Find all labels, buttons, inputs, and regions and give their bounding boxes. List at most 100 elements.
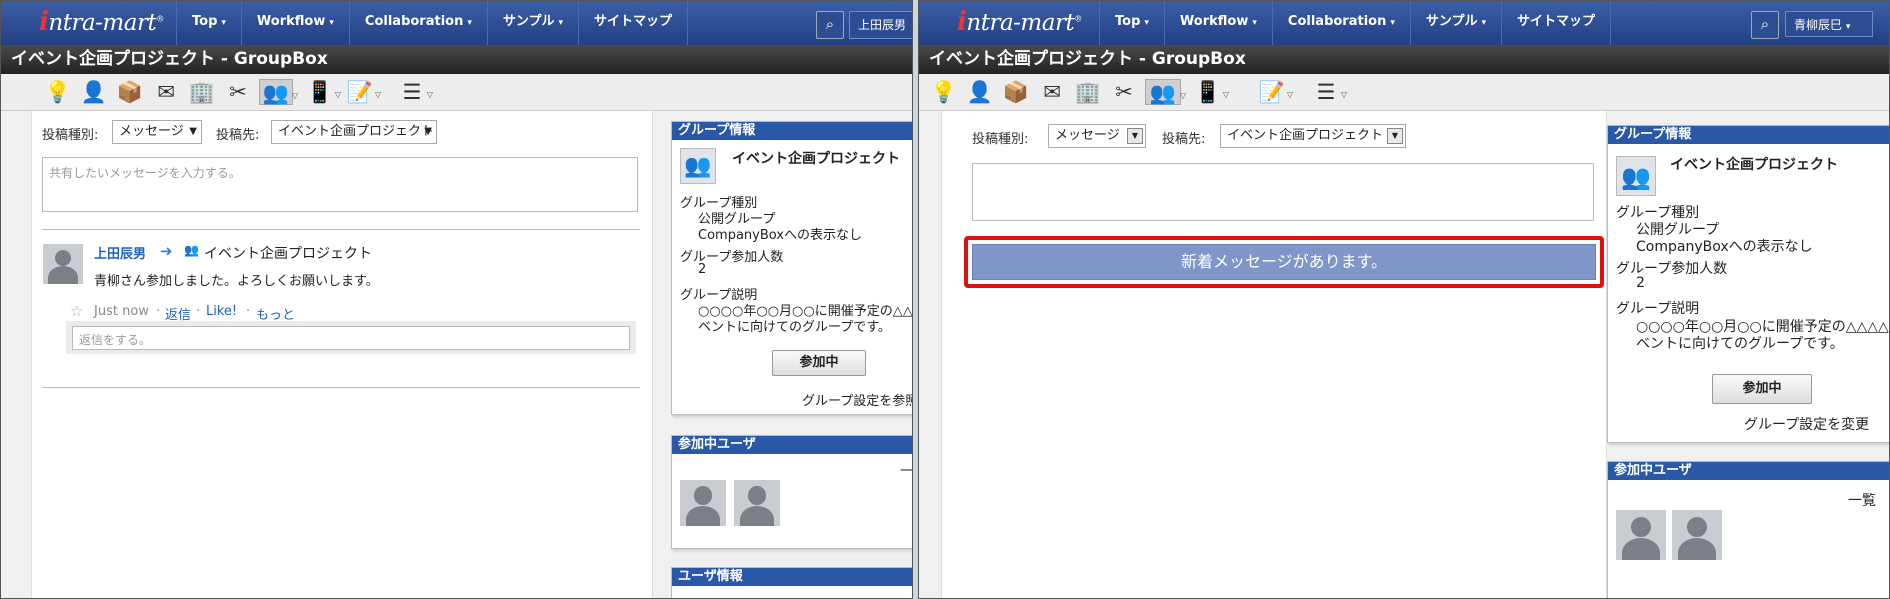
page-title: イベント企画プロジェクト - GroupBox	[919, 45, 1889, 74]
post-body: 青柳さん参加しました。よろしくお願いします。	[94, 274, 379, 289]
post-to-select[interactable]: イベント企画プロジェクト ▼	[1220, 124, 1406, 148]
nav-item-sitemap[interactable]: サイトマップ	[1501, 1, 1612, 45]
post-type-select[interactable]: メッセージ ▼	[112, 120, 202, 144]
nav-item-top[interactable]: Top ▾	[176, 1, 241, 45]
star-icon[interactable]: ☆	[70, 302, 83, 320]
join-button[interactable]: 参加中	[1712, 374, 1812, 404]
lightbulb-icon[interactable]: 💡	[929, 79, 959, 105]
nav-item-collaboration[interactable]: Collaboration ▾	[348, 1, 487, 45]
phone-icon[interactable]: 📱 ▽	[1193, 79, 1229, 105]
list-icon[interactable]: ☰ ▽	[397, 79, 433, 105]
box-icon[interactable]: 📦	[115, 79, 145, 105]
post-to-label: 投稿先:	[216, 128, 260, 143]
building-icon[interactable]: 🏢	[187, 79, 217, 105]
timeline-area: 投稿種別: メッセージ ▼ 投稿先: イベント企画プロジェクト ▼ 新着メッセージが…	[941, 111, 1607, 598]
post-time: Just now	[94, 304, 149, 319]
group-name: イベント企画プロジェクト	[732, 151, 900, 167]
right-window: intra-mart® Top ▾ Workflow ▾ Collaboration…	[918, 0, 1890, 599]
intra-mart-logo[interactable]: intra-mart®	[957, 7, 1082, 37]
group-type-companybox: CompanyBoxへの表示なし	[698, 228, 863, 243]
nav-menu: Top ▾ Workflow ▾ Collaboration ▾ サンプル ▾ サイトマ…	[176, 1, 689, 45]
members-panel: 参加中ユーザ 一覧	[671, 435, 912, 549]
members-list-link[interactable]: 一覧	[1848, 490, 1876, 510]
group-desc-line2: ベントに向けてのグループです。	[698, 320, 891, 335]
separator: ·	[196, 304, 201, 319]
document-edit-icon[interactable]: 📝 ▽	[345, 79, 381, 105]
join-button[interactable]: 参加中	[772, 350, 866, 376]
group-name: イベント企画プロジェクト	[1670, 157, 1838, 173]
post-to-select[interactable]: イベント企画プロジェクト ▼	[271, 120, 437, 144]
post-target-link[interactable]: イベント企画プロジェクト	[204, 243, 372, 263]
nav-menu: Top ▾ Workflow ▾ Collaboration ▾ サンプル ▾ サイトマ…	[1099, 1, 1612, 45]
reply-input[interactable]: 返信をする。	[72, 326, 630, 350]
like-link[interactable]: Like!	[206, 304, 237, 319]
message-input[interactable]	[972, 163, 1594, 221]
group-members-label: グループ参加人数	[1616, 261, 1728, 277]
intra-mart-logo[interactable]: intra-mart®	[39, 7, 164, 37]
members-header: 参加中ユーザ	[672, 436, 912, 454]
avatar[interactable]	[1616, 510, 1666, 560]
avatar[interactable]	[1672, 510, 1722, 560]
avatar[interactable]	[734, 480, 780, 526]
avatar[interactable]	[43, 244, 83, 284]
mail-icon[interactable]: ✉	[1037, 79, 1067, 105]
group-info-panel: グループ情報 👥 イベント企画プロジェクト グループ種別 公開グループ Comp…	[1607, 125, 1889, 443]
tools-icon[interactable]: ✂	[1109, 79, 1139, 105]
user-menu-button[interactable]: 青柳辰巳 ▾	[1785, 11, 1873, 37]
nav-item-sample[interactable]: サンプル ▾	[1409, 1, 1501, 45]
nav-item-workflow[interactable]: Workflow ▾	[240, 1, 349, 45]
building-icon[interactable]: 🏢	[1073, 79, 1103, 105]
separator: ·	[246, 304, 251, 319]
global-nav: intra-mart® Top ▾ Workflow ▾ Collaboration…	[1, 1, 912, 45]
mail-icon[interactable]: ✉	[151, 79, 181, 105]
group-desc-line2: ベントに向けてのグループです。	[1636, 336, 1844, 352]
user-menu-button[interactable]: 上田辰男	[849, 11, 912, 39]
members-list-link[interactable]: 一覧	[900, 460, 912, 479]
phone-icon[interactable]: 📱 ▽	[305, 79, 341, 105]
post-author-link[interactable]: 上田辰男	[94, 243, 146, 262]
message-input[interactable]: 共有したいメッセージを入力する。	[42, 157, 638, 212]
post-type-select[interactable]: メッセージ ▼	[1048, 124, 1146, 148]
arrow-right-icon: ➜	[160, 242, 173, 260]
user-info-panel: ユーザ情報	[671, 567, 912, 598]
new-message-banner[interactable]: 新着メッセージがあります。	[972, 244, 1596, 280]
group-icon[interactable]: 👥 ▽	[1145, 79, 1186, 105]
post-type-label: 投稿種別:	[972, 132, 1029, 147]
members-header: 参加中ユーザ	[1608, 462, 1889, 480]
nav-item-collaboration[interactable]: Collaboration ▾	[1271, 1, 1410, 45]
search-icon[interactable]: ⌕	[1751, 11, 1779, 39]
group-settings-link[interactable]: グループ設定を変更	[1744, 414, 1869, 434]
group-type-companybox: CompanyBoxへの表示なし	[1636, 239, 1813, 255]
group-settings-link[interactable]: グループ設定を参照	[802, 390, 912, 409]
separator: ·	[156, 304, 161, 319]
group-small-icon: 👥	[184, 243, 199, 257]
lightbulb-icon[interactable]: 💡	[43, 79, 73, 105]
list-icon[interactable]: ☰ ▽	[1311, 79, 1347, 105]
box-icon[interactable]: 📦	[1001, 79, 1031, 105]
nav-item-sample[interactable]: サンプル ▾	[486, 1, 578, 45]
user-icon[interactable]: 👤	[79, 79, 109, 105]
tools-icon[interactable]: ✂	[223, 79, 253, 105]
left-window: intra-mart® Top ▾ Workflow ▾ Collaboration…	[0, 0, 913, 599]
group-members-label: グループ参加人数	[680, 250, 784, 265]
divider	[42, 387, 640, 388]
group-desc-label: グループ説明	[1616, 301, 1700, 317]
groupbox-toolbar: 💡 👤 📦 ✉ 🏢 ✂ 👥 ▽ 📱 ▽ 📝 ▽ ☰ ▽	[1, 74, 912, 111]
global-nav: intra-mart® Top ▾ Workflow ▾ Collaboration…	[919, 1, 1889, 45]
group-icon[interactable]: 👥 ▽	[259, 79, 298, 105]
document-edit-icon[interactable]: 📝 ▽	[1257, 79, 1293, 105]
group-avatar-icon: 👥	[1616, 156, 1656, 196]
avatar[interactable]	[680, 480, 726, 526]
group-info-header: グループ情報	[672, 122, 912, 140]
group-members-count: 2	[1636, 275, 1645, 291]
search-icon[interactable]: ⌕	[816, 11, 844, 39]
post-type-label: 投稿種別:	[42, 128, 99, 143]
nav-item-sitemap[interactable]: サイトマップ	[578, 1, 689, 45]
nav-item-top[interactable]: Top ▾	[1099, 1, 1164, 45]
post-to-label: 投稿先:	[1162, 132, 1206, 147]
user-icon[interactable]: 👤	[965, 79, 995, 105]
timeline-area: 投稿種別: メッセージ ▼ 投稿先: イベント企画プロジェクト ▼ 共有したいメッセ…	[31, 111, 653, 598]
group-info-panel: グループ情報 👥 イベント企画プロジェクト グループ種別 公開グループ Comp…	[671, 121, 912, 415]
nav-item-workflow[interactable]: Workflow ▾	[1163, 1, 1272, 45]
group-info-header: グループ情報	[1608, 126, 1889, 144]
